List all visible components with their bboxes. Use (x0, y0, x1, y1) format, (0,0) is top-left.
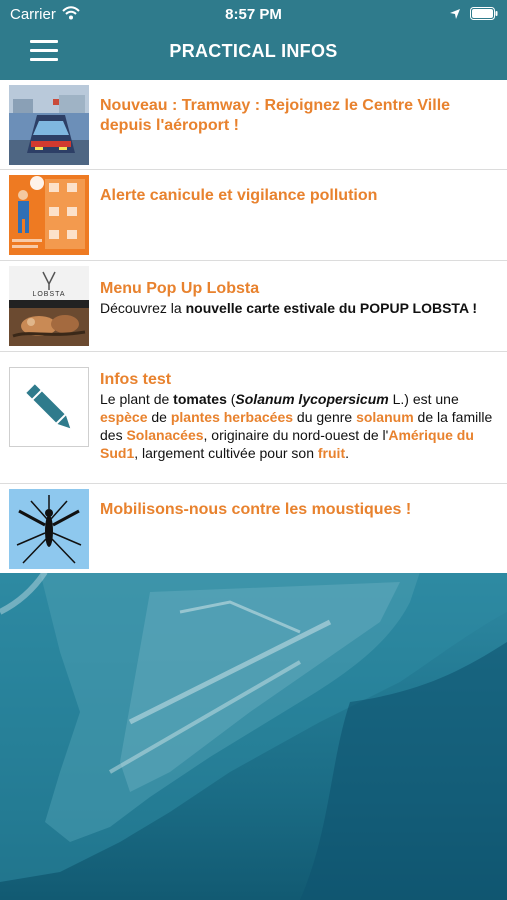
lobsta-thumbnail: LOBSTA (9, 266, 89, 346)
battery-icon (470, 7, 498, 24)
item-description: Découvrez la nouvelle carte estivale du … (100, 300, 478, 316)
item-title: Mobilisons-nous contre les moustiques ! (100, 501, 412, 518)
heatwave-thumbnail (9, 175, 89, 255)
status-bar: Carrier 8:57 PM (0, 0, 507, 28)
item-title: Menu Pop Up Lobsta (100, 280, 260, 297)
item-title: Nouveau : Tramway : Rejoignez le Centre … (100, 97, 451, 134)
status-time: 8:57 PM (225, 6, 282, 23)
mosquito-thumbnail (9, 489, 89, 569)
list-item-moustiques[interactable]: Mobilisons-nous contre les moustiques ! (0, 484, 507, 573)
pencil-thumbnail (9, 367, 89, 447)
app-header: Carrier 8:57 PM PRACTICAL INFOS (0, 0, 507, 80)
list-item-canicule[interactable]: Alerte canicule et vigilance pollution (0, 170, 507, 261)
link-fruit[interactable]: fruit (318, 445, 345, 461)
info-list: Nouveau : Tramway : Rejoignez le Centre … (0, 80, 507, 573)
item-title: Alerte canicule et vigilance pollution (100, 187, 378, 204)
tramway-thumbnail (9, 85, 89, 165)
item-title: Infos test (100, 371, 172, 388)
list-item-tramway[interactable]: Nouveau : Tramway : Rejoignez le Centre … (0, 80, 507, 170)
background-aerial-image (0, 572, 507, 900)
lobsta-logo-text: LOBSTA (32, 291, 66, 298)
page-title: PRACTICAL INFOS (169, 41, 338, 61)
link-solanacees[interactable]: Solanacées (126, 427, 203, 443)
link-solanum[interactable]: solanum (356, 409, 414, 425)
list-item-lobsta[interactable]: LOBSTA Menu Pop Up Lobsta Découvrez la n… (0, 261, 507, 352)
list-item-infos-test[interactable]: Infos test Le plant de tomates (Solanum … (0, 352, 507, 484)
link-plantes-herbacees[interactable]: plantes herbacées (171, 409, 293, 425)
item-description: Le plant de tomates (Solanum lycopersicu… (100, 391, 493, 461)
location-arrow-icon (449, 7, 461, 24)
link-espece[interactable]: espèce (100, 409, 147, 425)
